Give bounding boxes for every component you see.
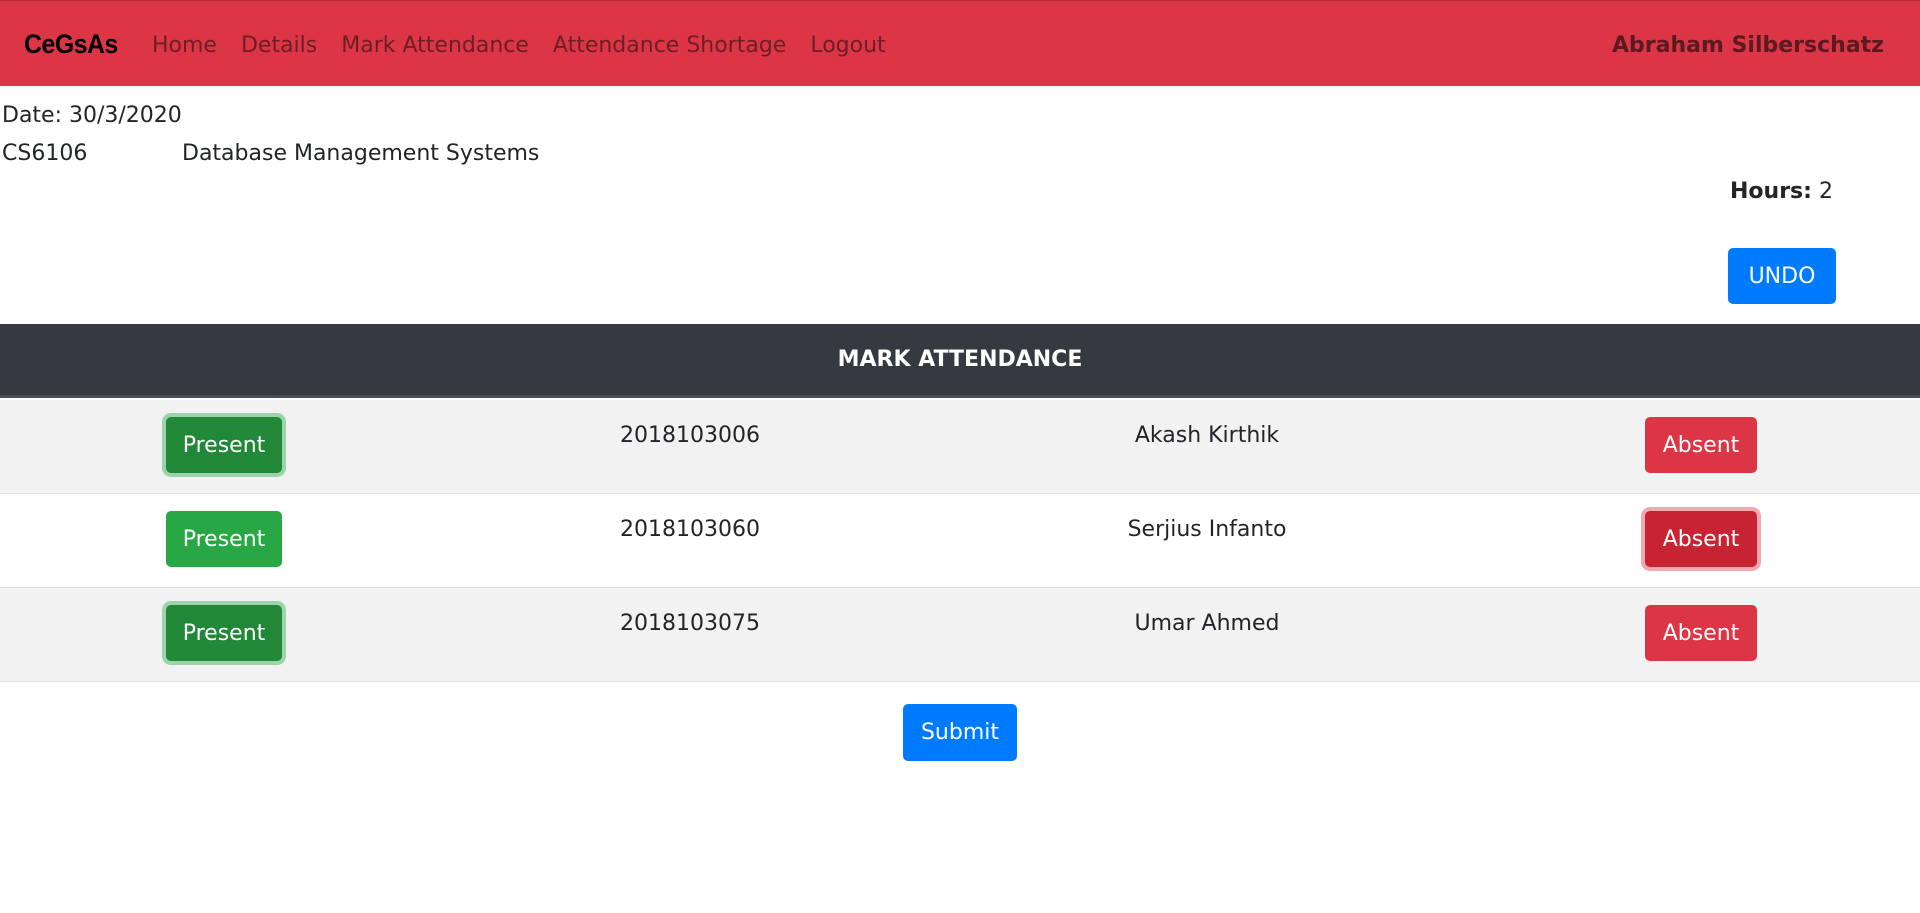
hours-display: Hours: 2 [1730,178,1833,206]
nav-link-home[interactable]: Home [152,32,217,60]
student-name: Akash Kirthik [1134,423,1280,448]
table-row: Present 2018103075 Umar Ahmed Absent [0,588,1920,682]
course-code: CS6106 [2,141,88,166]
nav-links: Home Details Mark Attendance Attendance … [152,32,910,60]
roll-number: 2018103075 [620,611,760,636]
hours-label: Hours: [1730,179,1812,204]
student-name: Serjius Infanto [1127,517,1287,542]
present-button[interactable]: Present [166,417,282,473]
nav-link-logout[interactable]: Logout [810,32,885,60]
nav-link-details[interactable]: Details [241,32,317,60]
hours-value: 2 [1818,179,1833,204]
student-name: Umar Ahmed [1134,611,1280,636]
absent-button[interactable]: Absent [1645,417,1757,473]
table-row: Present 2018103060 Serjius Infanto Absen… [0,494,1920,588]
table-header-title: MARK ATTENDANCE [837,346,1083,372]
nav-link-mark-attendance[interactable]: Mark Attendance [341,32,529,60]
course-name: Database Management Systems [182,141,540,166]
absent-button[interactable]: Absent [1645,605,1757,661]
undo-button[interactable]: UNDO [1728,248,1836,304]
date-label: Date: 30/3/2020 [2,103,182,128]
user-name: Abraham Silberschatz [1612,33,1884,58]
roll-number: 2018103006 [620,423,760,448]
roll-number: 2018103060 [620,517,760,542]
table-row: Present 2018103006 Akash Kirthik Absent [0,400,1920,494]
absent-button[interactable]: Absent [1645,511,1757,567]
navbar: CeGsAs Home Details Mark Attendance Atte… [0,0,1920,86]
nav-link-attendance-shortage[interactable]: Attendance Shortage [553,32,786,60]
brand-logo[interactable]: CeGsAs [24,28,118,60]
present-button[interactable]: Present [166,605,282,661]
present-button[interactable]: Present [166,511,282,567]
submit-button[interactable]: Submit [903,704,1017,761]
table-header: MARK ATTENDANCE [0,324,1920,398]
